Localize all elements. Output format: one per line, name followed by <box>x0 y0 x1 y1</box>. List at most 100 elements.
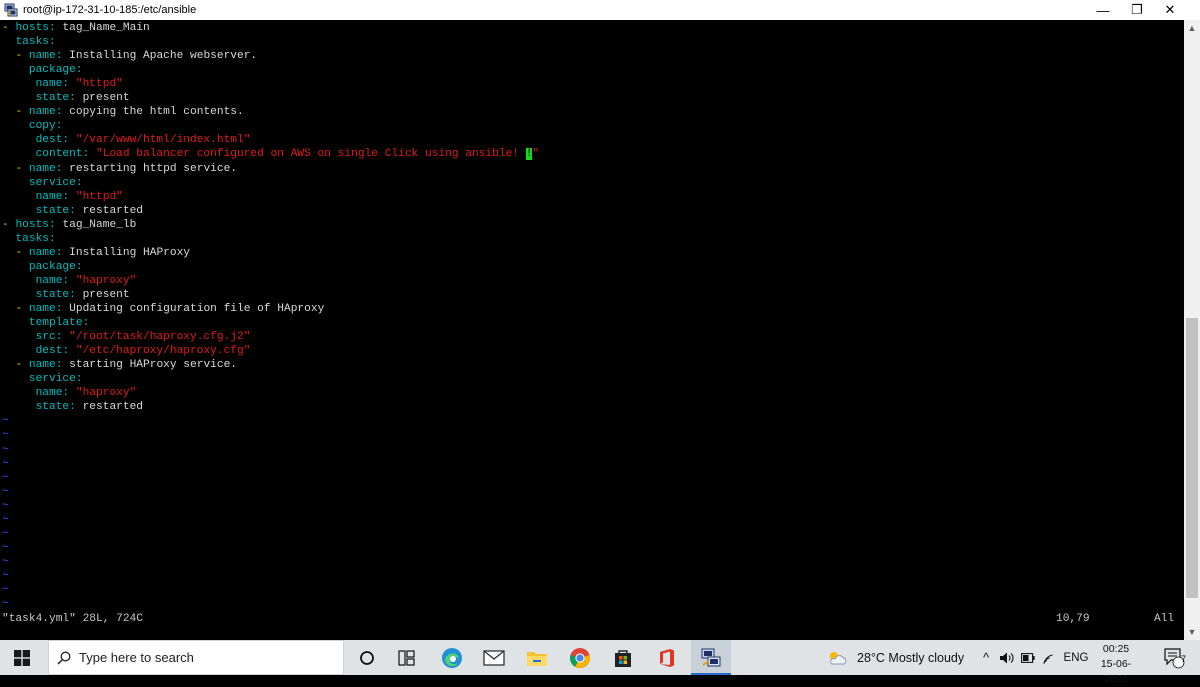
code-token: restarting httpd service. <box>62 162 238 175</box>
code-token: "/root/task/haproxy.cfg.j2" <box>62 331 251 344</box>
task-view-button[interactable] <box>387 640 427 675</box>
code-line: content: "Load balancer configured on AW… <box>2 147 539 161</box>
code-token: state: <box>35 204 76 217</box>
taskbar-file-explorer[interactable] <box>517 640 557 675</box>
cortana-button[interactable] <box>347 640 387 675</box>
code-token: "Load balancer configured on AWS on sing… <box>89 148 526 161</box>
code-token: restarted <box>75 204 144 217</box>
taskbar-putty-active[interactable] <box>691 640 731 675</box>
close-button[interactable]: ✕ <box>1150 0 1190 20</box>
code-line: - hosts: tag_Name_lb <box>2 218 136 232</box>
code-token: Installing HAProxy <box>62 246 191 259</box>
status-file-info: "task4.yml" 28L, 724C <box>2 613 143 625</box>
code-line: - hosts: tag_Name_Main <box>2 21 150 35</box>
weather-text[interactable]: 28°C Mostly cloudy <box>857 640 969 675</box>
code-token: - <box>2 22 16 34</box>
code-line: - name: copying the html contents. <box>2 105 243 119</box>
code-line: template: <box>2 316 89 330</box>
code-line: tasks: <box>2 35 56 49</box>
code-token: src: <box>35 331 63 344</box>
terminal-area[interactable]: - hosts: tag_Name_Main tasks: - name: In… <box>0 20 1184 640</box>
code-token: tasks: <box>15 36 56 49</box>
empty-line-tilde: ~ <box>2 485 9 498</box>
scrollbar-thumb[interactable] <box>1186 318 1198 598</box>
code-token: "haproxy" <box>69 274 137 287</box>
language-indicator[interactable]: ENG <box>1063 640 1089 675</box>
taskbar-store[interactable] <box>603 640 643 675</box>
code-line: state: restarted <box>2 400 143 414</box>
code-token: name: <box>35 274 70 287</box>
status-scroll-indicator: All <box>1154 613 1175 625</box>
code-token: restarted <box>75 401 144 414</box>
weather-icon[interactable] <box>826 640 848 675</box>
code-token: name: <box>28 50 63 63</box>
empty-line-tilde: ~ <box>2 429 9 442</box>
code-token: service: <box>28 373 83 386</box>
show-hidden-icons-chevron[interactable]: ^ <box>980 640 992 675</box>
code-line: name: "haproxy" <box>2 274 137 288</box>
taskbar-mail[interactable] <box>474 640 514 675</box>
window-titlebar[interactable]: root@ip-172-31-10-185:/etc/ansible — ❐ ✕ <box>0 0 1200 20</box>
code-token: present <box>75 92 130 105</box>
code-token: name: <box>35 387 70 400</box>
code-token: name: <box>28 246 63 259</box>
code-token: name: <box>28 106 63 119</box>
search-icon <box>57 651 71 665</box>
code-line: name: "httpd" <box>2 190 123 204</box>
code-token: state: <box>35 92 76 105</box>
code-token: tasks: <box>15 232 56 245</box>
code-token: name: <box>28 303 63 315</box>
code-line: - name: Installing HAProxy <box>2 246 190 260</box>
start-button[interactable] <box>0 640 44 675</box>
putty-icon <box>4 3 18 17</box>
code-line: name: "haproxy" <box>2 386 137 400</box>
scroll-down-icon[interactable]: ▼ <box>1184 624 1200 640</box>
taskbar-search-box[interactable]: Type here to search <box>48 640 344 675</box>
code-line: dest: "/var/www/html/index.html" <box>2 133 251 147</box>
code-token: name: <box>35 78 70 91</box>
vertical-scrollbar[interactable]: ▲ ▼ <box>1184 20 1200 640</box>
code-token: state: <box>35 401 76 414</box>
task-view-icon <box>398 649 415 666</box>
code-line: - name: Installing Apache webserver. <box>2 49 257 63</box>
code-line: state: restarted <box>2 204 143 218</box>
putty-taskbar-icon <box>701 648 721 666</box>
taskbar-office[interactable] <box>647 640 687 675</box>
code-line: - name: Updating configuration file of H… <box>2 302 324 316</box>
empty-line-tilde: ~ <box>2 499 9 512</box>
code-token: - <box>15 246 29 259</box>
scroll-up-icon[interactable]: ▲ <box>1184 20 1200 36</box>
battery-icon[interactable] <box>1019 640 1037 675</box>
code-token: "httpd" <box>69 190 123 203</box>
store-icon <box>615 649 631 667</box>
volume-icon[interactable] <box>997 640 1017 675</box>
code-line: name: "httpd" <box>2 77 123 91</box>
taskbar-edge[interactable] <box>432 640 472 675</box>
notification-center-button[interactable]: 7 <box>1157 640 1191 675</box>
code-line: state: present <box>2 91 130 105</box>
code-token: " <box>532 148 540 161</box>
taskbar-chrome[interactable] <box>560 640 600 675</box>
code-token: - <box>15 359 29 372</box>
code-token: package: <box>28 260 83 273</box>
taskbar-clock[interactable]: 00:25 15-06-2021 <box>1090 642 1142 687</box>
wifi-icon[interactable] <box>1040 640 1060 675</box>
code-line: tasks: <box>2 232 56 246</box>
chrome-icon <box>570 647 590 668</box>
code-line: service: <box>2 372 83 386</box>
code-token: "/var/www/html/index.html" <box>69 134 251 147</box>
empty-line-tilde: ~ <box>2 555 9 568</box>
